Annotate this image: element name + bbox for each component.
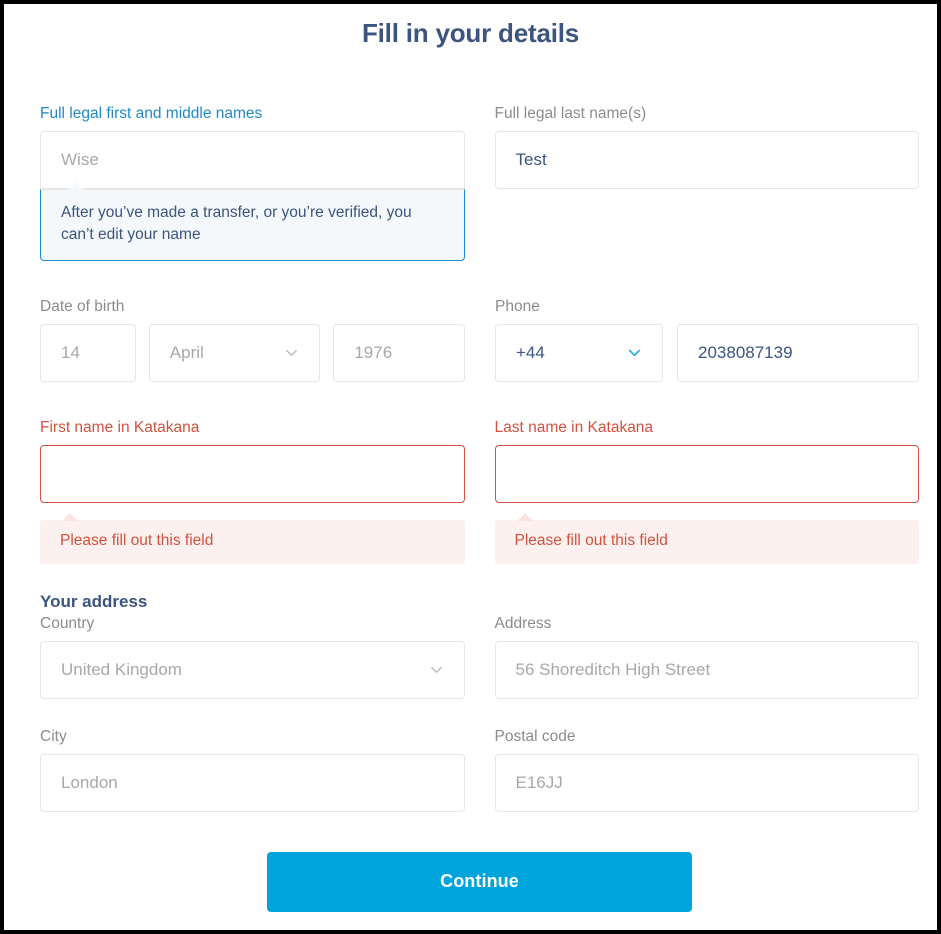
page-title: Fill in your details — [361, 18, 580, 48]
dob-inputs: 14 April 1976 — [40, 323, 465, 382]
first-name-katakana-error: Please fill out this field — [40, 512, 465, 564]
dob-label: Date of birth — [40, 297, 125, 315]
first-name-katakana-group: First name in Katakana Please fill out t… — [40, 418, 465, 564]
first-name-katakana-label: First name in Katakana — [40, 418, 200, 436]
dob-month-select[interactable]: April — [148, 323, 321, 382]
last-name-katakana-label: Last name in Katakana — [494, 418, 654, 436]
country-label: Country — [40, 614, 95, 632]
dob-field-group: Date of birth 14 April 1976 — [40, 297, 465, 382]
country-field-group: Country United Kingdom — [40, 614, 465, 699]
details-form: Full legal first and middle names Wise A… — [40, 104, 919, 912]
first-name-tooltip: After you’ve made a transfer, or you’re … — [40, 181, 465, 261]
last-name-input[interactable]: Test — [494, 130, 919, 189]
city-label: City — [40, 727, 67, 745]
phone-number-input[interactable]: 2038087139 — [677, 323, 919, 382]
address-label: Address — [494, 614, 552, 632]
continue-button[interactable]: Continue — [267, 851, 692, 912]
city-field-group: City London — [40, 727, 465, 812]
last-name-katakana-input[interactable] — [494, 444, 919, 503]
chevron-down-icon — [429, 662, 444, 677]
postal-code-input[interactable]: E16JJ — [494, 753, 919, 812]
dob-year-input[interactable]: 1976 — [333, 323, 465, 382]
country-address-row: Country United Kingdom Address 56 Shored… — [40, 614, 919, 699]
chevron-down-icon — [627, 345, 642, 360]
phone-country-code-value: +44 — [516, 343, 545, 363]
address-field-group: Address 56 Shoreditch High Street — [494, 614, 919, 699]
chevron-down-icon — [284, 345, 299, 360]
phone-label: Phone — [495, 297, 540, 315]
dob-day-input[interactable]: 14 — [40, 323, 136, 382]
details-form-screen: Fill in your details Full legal first an… — [0, 0, 941, 934]
first-name-katakana-input[interactable] — [40, 444, 465, 503]
address-input[interactable]: 56 Shoreditch High Street — [494, 640, 919, 699]
katakana-row: First name in Katakana Please fill out t… — [40, 418, 919, 564]
last-name-katakana-group: Last name in Katakana Please fill out th… — [494, 418, 919, 564]
postal-code-label: Postal code — [494, 727, 576, 745]
phone-field-group: Phone +44 2038087139 — [495, 297, 919, 382]
country-select[interactable]: United Kingdom — [40, 640, 465, 699]
postal-code-field-group: Postal code E16JJ — [494, 727, 919, 812]
city-input[interactable]: London — [40, 753, 465, 812]
dob-month-value: April — [169, 343, 204, 363]
first-name-label: Full legal first and middle names — [40, 105, 263, 122]
city-postal-row: City London Postal code E16JJ — [40, 727, 919, 812]
names-row: Full legal first and middle names Wise A… — [40, 104, 919, 261]
continue-button-wrap: Continue — [40, 851, 919, 912]
phone-inputs: +44 2038087139 — [495, 323, 919, 382]
first-name-input[interactable]: Wise — [40, 130, 465, 189]
country-value: United Kingdom — [61, 660, 182, 680]
last-name-label: Full legal last name(s) — [494, 105, 647, 122]
last-name-field-group: Full legal last name(s) Test — [494, 104, 919, 261]
address-section-heading: Your address — [40, 591, 148, 611]
phone-country-code-select[interactable]: +44 — [495, 323, 663, 382]
last-name-katakana-error: Please fill out this field — [494, 512, 919, 564]
first-name-field-group: Full legal first and middle names Wise A… — [40, 104, 465, 261]
dob-phone-row: Date of birth 14 April 1976 Phone +44 20… — [40, 297, 919, 382]
